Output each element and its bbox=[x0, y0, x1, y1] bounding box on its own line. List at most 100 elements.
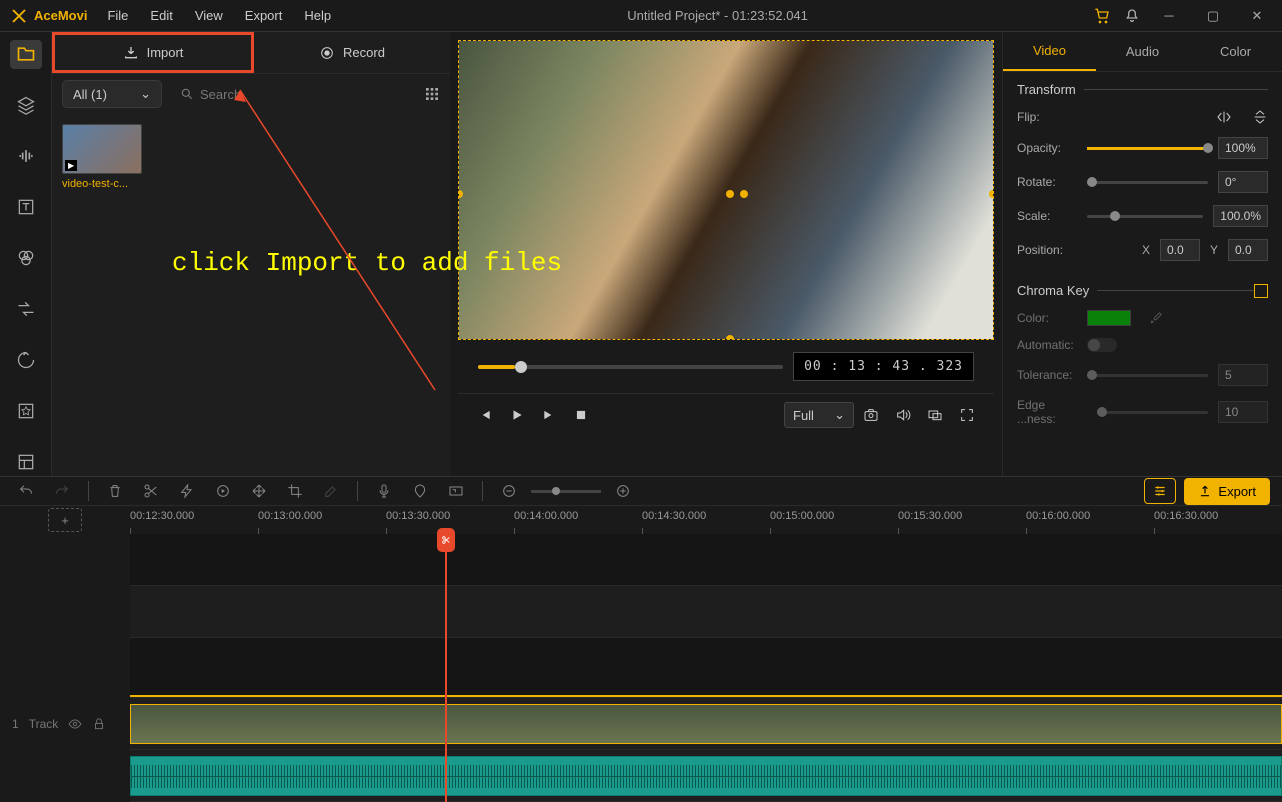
track-lane[interactable] bbox=[130, 586, 1282, 638]
stop-button[interactable] bbox=[566, 400, 596, 430]
sidebar-media[interactable] bbox=[10, 40, 42, 69]
timeline-settings-button[interactable] bbox=[1144, 478, 1176, 504]
scale-value[interactable]: 100.0% bbox=[1213, 205, 1268, 227]
video-clip[interactable] bbox=[130, 704, 1282, 744]
media-item[interactable]: video-test-c... bbox=[62, 124, 142, 190]
close-button[interactable]: ✕ bbox=[1242, 8, 1272, 24]
prev-frame-button[interactable] bbox=[470, 400, 500, 430]
grid-view-icon[interactable] bbox=[424, 86, 440, 102]
split-button[interactable] bbox=[137, 477, 165, 505]
cart-icon[interactable] bbox=[1094, 8, 1110, 24]
rotate-handle[interactable] bbox=[740, 190, 748, 198]
minimize-button[interactable]: ─ bbox=[1154, 8, 1184, 23]
export-button[interactable]: Export bbox=[1184, 478, 1270, 505]
speed-button[interactable] bbox=[173, 477, 201, 505]
resize-handle[interactable] bbox=[726, 335, 734, 340]
zoom-slider[interactable] bbox=[531, 490, 601, 493]
eye-icon[interactable] bbox=[68, 717, 82, 731]
crop-button[interactable] bbox=[281, 477, 309, 505]
redo-button[interactable] bbox=[48, 477, 76, 505]
timecode-display: 00 : 13 : 43 . 323 bbox=[793, 352, 974, 381]
tab-video[interactable]: Video bbox=[1003, 32, 1096, 71]
sidebar-transitions[interactable] bbox=[10, 294, 42, 323]
opacity-value[interactable]: 100% bbox=[1218, 137, 1268, 159]
eyedropper-icon[interactable] bbox=[1149, 311, 1163, 325]
automatic-toggle[interactable] bbox=[1087, 338, 1117, 352]
bell-icon[interactable] bbox=[1124, 8, 1140, 24]
tab-color[interactable]: Color bbox=[1189, 32, 1282, 71]
aspect-button[interactable] bbox=[442, 477, 470, 505]
voiceover-button[interactable] bbox=[370, 477, 398, 505]
volume-button[interactable] bbox=[888, 400, 918, 430]
add-track-button[interactable]: + bbox=[48, 508, 82, 532]
video-track-lane[interactable] bbox=[130, 698, 1282, 750]
timeline-ruler[interactable]: 00:12:30.00000:13:00.00000:13:30.00000:1… bbox=[130, 506, 1282, 534]
sidebar-text[interactable] bbox=[10, 193, 42, 222]
sidebar-elements[interactable] bbox=[10, 396, 42, 425]
rotate-slider[interactable] bbox=[1087, 181, 1208, 184]
record-tab[interactable]: Record bbox=[254, 32, 450, 73]
flip-horizontal-icon[interactable] bbox=[1216, 109, 1232, 125]
snapshot-button[interactable] bbox=[856, 400, 886, 430]
marker-button[interactable] bbox=[406, 477, 434, 505]
preview-canvas[interactable] bbox=[458, 40, 994, 340]
edit-button[interactable] bbox=[317, 477, 345, 505]
playhead-handle[interactable] bbox=[437, 528, 455, 552]
fullscreen-button[interactable] bbox=[952, 400, 982, 430]
ruler-tick: 00:15:30.000 bbox=[898, 510, 962, 522]
opacity-slider[interactable] bbox=[1087, 147, 1208, 150]
lock-icon[interactable] bbox=[92, 717, 106, 731]
delete-button[interactable] bbox=[101, 477, 129, 505]
tolerance-slider[interactable] bbox=[1087, 374, 1208, 377]
chroma-color-swatch[interactable] bbox=[1087, 310, 1131, 326]
sidebar-filters[interactable] bbox=[10, 244, 42, 273]
sidebar-layers[interactable] bbox=[10, 91, 42, 120]
position-x-value[interactable]: 0.0 bbox=[1160, 239, 1200, 261]
audio-clip[interactable] bbox=[130, 756, 1282, 796]
filter-dropdown[interactable]: All (1) ⌄ bbox=[62, 80, 162, 108]
edge-slider[interactable] bbox=[1097, 411, 1208, 414]
sidebar-templates[interactable] bbox=[10, 447, 42, 476]
scale-slider[interactable] bbox=[1087, 215, 1203, 218]
search-input[interactable]: Search bbox=[172, 82, 414, 107]
menu-view[interactable]: View bbox=[185, 2, 233, 29]
play-button[interactable] bbox=[502, 400, 532, 430]
position-y-value[interactable]: 0.0 bbox=[1228, 239, 1268, 261]
tracks-body[interactable] bbox=[130, 534, 1282, 802]
preview-scrubber[interactable] bbox=[478, 365, 783, 369]
rotate-value[interactable]: 0° bbox=[1218, 171, 1268, 193]
timeline-ruler-row: + 00:12:30.00000:13:00.00000:13:30.00000… bbox=[0, 506, 1282, 534]
sidebar-audio[interactable] bbox=[10, 142, 42, 171]
tab-audio[interactable]: Audio bbox=[1096, 32, 1189, 71]
menu-file[interactable]: File bbox=[97, 2, 138, 29]
undo-button[interactable] bbox=[12, 477, 40, 505]
import-tab[interactable]: Import bbox=[52, 32, 254, 73]
zoom-out-button[interactable] bbox=[495, 477, 523, 505]
next-frame-button[interactable] bbox=[534, 400, 564, 430]
reverse-button[interactable] bbox=[209, 477, 237, 505]
tolerance-value[interactable]: 5 bbox=[1218, 364, 1268, 386]
center-handle[interactable] bbox=[726, 190, 734, 198]
flip-vertical-icon[interactable] bbox=[1252, 109, 1268, 125]
resize-handle[interactable] bbox=[989, 190, 994, 198]
menu-export[interactable]: Export bbox=[235, 2, 293, 29]
section-title-label: Chroma Key bbox=[1017, 283, 1089, 298]
track-lane[interactable] bbox=[130, 534, 1282, 586]
zoom-in-button[interactable] bbox=[609, 477, 637, 505]
detach-button[interactable] bbox=[920, 400, 950, 430]
playhead[interactable] bbox=[445, 534, 447, 802]
mosaic-button[interactable] bbox=[245, 477, 273, 505]
sidebar-animations[interactable] bbox=[10, 345, 42, 374]
scrubber-thumb[interactable] bbox=[515, 361, 527, 373]
section-title-label: Transform bbox=[1017, 82, 1076, 97]
audio-track-lane[interactable] bbox=[130, 750, 1282, 802]
chromakey-checkbox[interactable] bbox=[1254, 284, 1268, 298]
menu-help[interactable]: Help bbox=[294, 2, 341, 29]
track-lane[interactable] bbox=[130, 638, 1282, 698]
maximize-button[interactable]: ▢ bbox=[1198, 8, 1228, 24]
props-tabs: Video Audio Color bbox=[1003, 32, 1282, 72]
menu-edit[interactable]: Edit bbox=[140, 2, 182, 29]
record-label: Record bbox=[343, 45, 385, 60]
edge-value[interactable]: 10 bbox=[1218, 401, 1268, 423]
fit-mode-select[interactable]: Full⌄ bbox=[784, 402, 854, 428]
